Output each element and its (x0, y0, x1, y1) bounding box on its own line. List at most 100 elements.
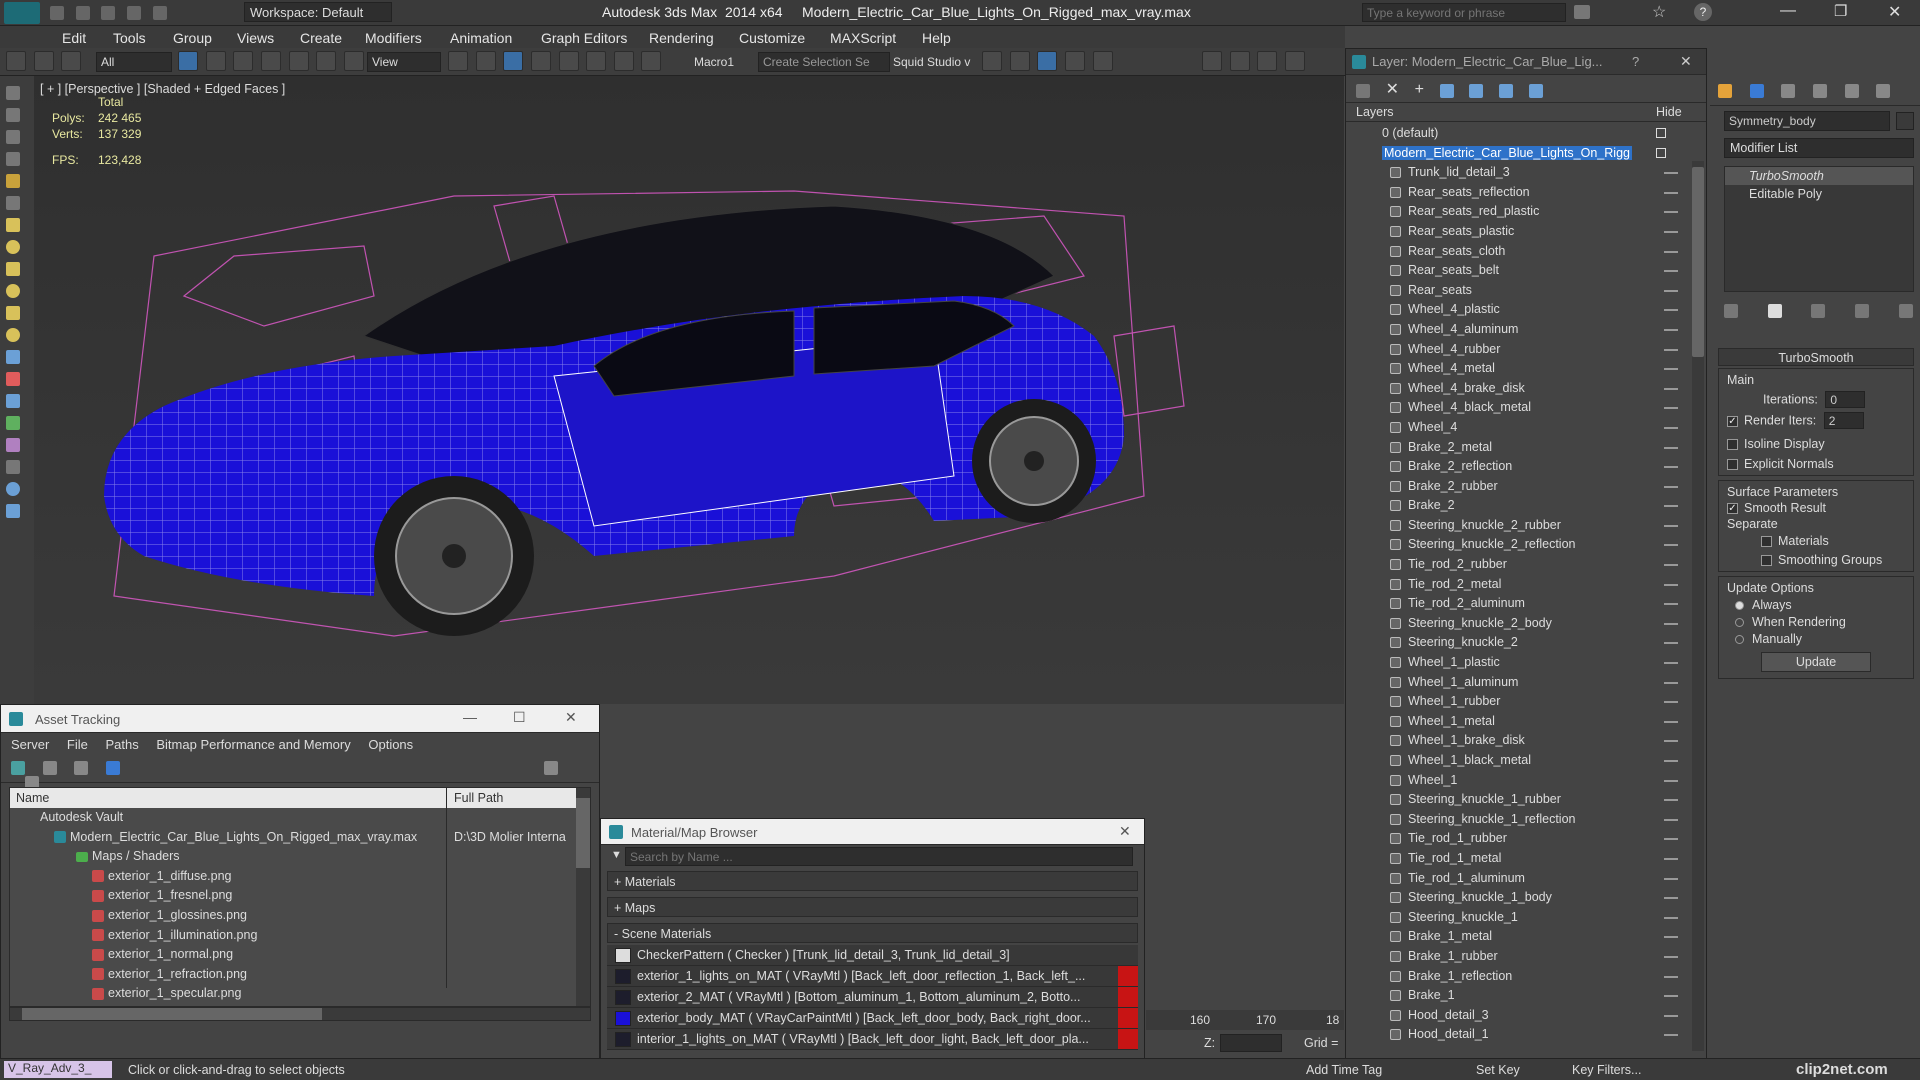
display-panel-icon[interactable] (6, 174, 20, 188)
layer-object-row[interactable]: Steering_knuckle_2_body (1346, 614, 1706, 634)
table-row[interactable]: Maps / Shaders (10, 847, 590, 867)
hide-toggle[interactable] (1664, 916, 1678, 919)
update-button[interactable]: Update (1761, 652, 1871, 672)
table-view-icon[interactable] (105, 760, 120, 775)
motion-panel-icon[interactable] (6, 152, 20, 166)
layer-object-row[interactable]: Hood_detail_3 (1346, 1006, 1706, 1026)
hide-toggle[interactable] (1664, 426, 1678, 429)
binoculars-icon[interactable] (1574, 5, 1590, 19)
utilities-panel-icon[interactable] (6, 196, 20, 210)
asset-menu-paths[interactable]: Paths (106, 737, 139, 752)
table-row[interactable]: exterior_1_specular.png (10, 984, 590, 1004)
ref-coord-dropdown[interactable]: View (367, 52, 441, 72)
hide-toggle[interactable] (1664, 857, 1678, 860)
table-row[interactable]: Autodesk Vault (10, 808, 590, 828)
perspective-viewport[interactable]: [ + ] [Perspective ] [Shaded + Edged Fac… (34, 76, 1344, 704)
menu-group[interactable]: Group (173, 30, 212, 46)
pan-icon[interactable] (6, 504, 20, 518)
hide-toggle[interactable] (1664, 975, 1678, 978)
layer-vertical-scrollbar[interactable] (1692, 161, 1704, 1051)
layer-object-row[interactable]: Wheel_1_plastic (1346, 653, 1706, 673)
layer-object-row[interactable]: Wheel_1_brake_disk (1346, 731, 1706, 751)
layer-object-row[interactable]: Wheel_1_metal (1346, 712, 1706, 732)
select-by-name-icon[interactable] (205, 51, 226, 71)
pin-stack-icon[interactable] (1724, 303, 1738, 318)
hide-toggle[interactable] (1664, 172, 1678, 175)
layer-manager-icon[interactable] (1037, 51, 1058, 71)
asset-minimize-button[interactable]: — (463, 709, 477, 725)
render-setup-icon[interactable] (1229, 51, 1250, 71)
material-item[interactable]: exterior_1_lights_on_MAT ( VRayMtl ) [Ba… (607, 966, 1138, 987)
hide-toggle[interactable] (1664, 368, 1678, 371)
hide-toggle[interactable] (1664, 603, 1678, 606)
select-object-icon[interactable] (178, 51, 198, 71)
hide-toggle[interactable] (1664, 544, 1678, 547)
layer-object-row[interactable]: Steering_knuckle_1_body (1346, 888, 1706, 908)
edit-named-selection-icon[interactable] (641, 51, 662, 71)
pivot-icon[interactable] (448, 51, 468, 71)
asset-tracking-titlebar[interactable]: Asset Tracking — ☐ ✕ (1, 705, 599, 733)
smoothing-groups-checkbox[interactable] (1761, 555, 1772, 567)
asset-menu-server[interactable]: Server (11, 737, 49, 752)
key-filters-button[interactable]: Key Filters... (1572, 1063, 1641, 1077)
modifier-editable-poly[interactable]: Editable Poly (1725, 185, 1913, 203)
maxscript-listener[interactable]: V_Ray_Adv_3_ (4, 1061, 112, 1078)
move-icon[interactable] (288, 51, 309, 71)
unlink-icon[interactable] (33, 51, 54, 71)
layer-object-row[interactable]: Rear_seats_cloth (1346, 242, 1706, 262)
layer-object-row[interactable]: Brake_1_metal (1346, 927, 1706, 947)
remove-modifier-icon[interactable] (1854, 303, 1869, 318)
when-rendering-radio[interactable] (1735, 618, 1744, 628)
layer-dialog-titlebar[interactable]: Layer: Modern_Electric_Car_Blue_Lig... ?… (1346, 49, 1706, 75)
keyboard-shortcut-icon[interactable] (503, 51, 524, 71)
asset-maximize-button[interactable]: ☐ (513, 709, 526, 726)
rotate-icon[interactable] (316, 51, 337, 71)
align-icon[interactable] (1009, 51, 1030, 71)
hide-toggle[interactable] (1664, 877, 1678, 880)
menu-edit[interactable]: Edit (62, 30, 86, 46)
asset-tracking-window[interactable]: Asset Tracking — ☐ ✕ Server File Paths B… (0, 704, 600, 1060)
camera-icon[interactable] (6, 394, 20, 408)
hide-toggle[interactable] (1664, 583, 1678, 586)
timeline-ruler[interactable]: 160 170 18 (1146, 1010, 1344, 1030)
list-view-icon[interactable] (42, 760, 57, 775)
show-end-result-icon[interactable] (1767, 303, 1782, 318)
z-coordinate-input[interactable] (1220, 1034, 1282, 1052)
region-select-icon[interactable] (233, 51, 254, 71)
restore-button[interactable]: ❐ (1834, 2, 1847, 20)
layer-object-row[interactable]: Tie_rod_1_rubber (1346, 829, 1706, 849)
table-row[interactable]: exterior_1_normal.png (10, 945, 590, 965)
undo-icon[interactable] (126, 5, 141, 20)
layer-object-row[interactable]: Brake_2_metal (1346, 438, 1706, 458)
layer-object-row[interactable]: Wheel_4_metal (1346, 359, 1706, 379)
add-time-tag[interactable]: Add Time Tag (1306, 1063, 1382, 1077)
layer-object-row[interactable]: Rear_seats_belt (1346, 261, 1706, 281)
hide-toggle[interactable] (1664, 740, 1678, 743)
open-file-icon[interactable] (75, 5, 90, 20)
layer-object-row[interactable]: Steering_knuckle_2_rubber (1346, 516, 1706, 536)
layer-object-row[interactable]: Wheel_4 (1346, 418, 1706, 438)
asset-horizontal-scrollbar[interactable] (9, 1007, 591, 1021)
select-manipulate-icon[interactable] (475, 51, 496, 71)
spinner-snap-icon[interactable] (613, 51, 634, 71)
configure-sets-icon[interactable] (1898, 303, 1913, 318)
hide-toggle[interactable] (1664, 466, 1678, 469)
thumbnail-view-icon[interactable] (74, 760, 89, 775)
macro-label[interactable]: Macro1 (694, 55, 734, 69)
layer-object-row[interactable]: Rear_seats_red_plastic (1346, 202, 1706, 222)
utilities-tab-icon[interactable] (1876, 83, 1891, 98)
freeze-all-layers-icon[interactable] (1528, 83, 1543, 98)
hierarchy-tab-icon[interactable] (1781, 83, 1796, 98)
layer-object-row[interactable]: Trunk_lid_detail_3 (1346, 163, 1706, 183)
box-primitive-icon[interactable] (6, 218, 20, 232)
layer-object-row[interactable]: Wheel_1_aluminum (1346, 673, 1706, 693)
menu-rendering[interactable]: Rendering (649, 30, 714, 46)
hide-toggle[interactable] (1664, 779, 1678, 782)
layer-object-row[interactable]: Steering_knuckle_2_reflection (1346, 535, 1706, 555)
layer-dialog-close-button[interactable]: ✕ (1680, 53, 1692, 70)
hide-toggle[interactable] (1656, 147, 1666, 158)
layer-object-row[interactable]: Tie_rod_1_aluminum (1346, 869, 1706, 889)
scale-icon[interactable] (343, 51, 364, 71)
menu-maxscript[interactable]: MAXScript (830, 30, 896, 46)
material-item[interactable]: CheckerPattern ( Checker ) [Trunk_lid_de… (607, 945, 1138, 966)
